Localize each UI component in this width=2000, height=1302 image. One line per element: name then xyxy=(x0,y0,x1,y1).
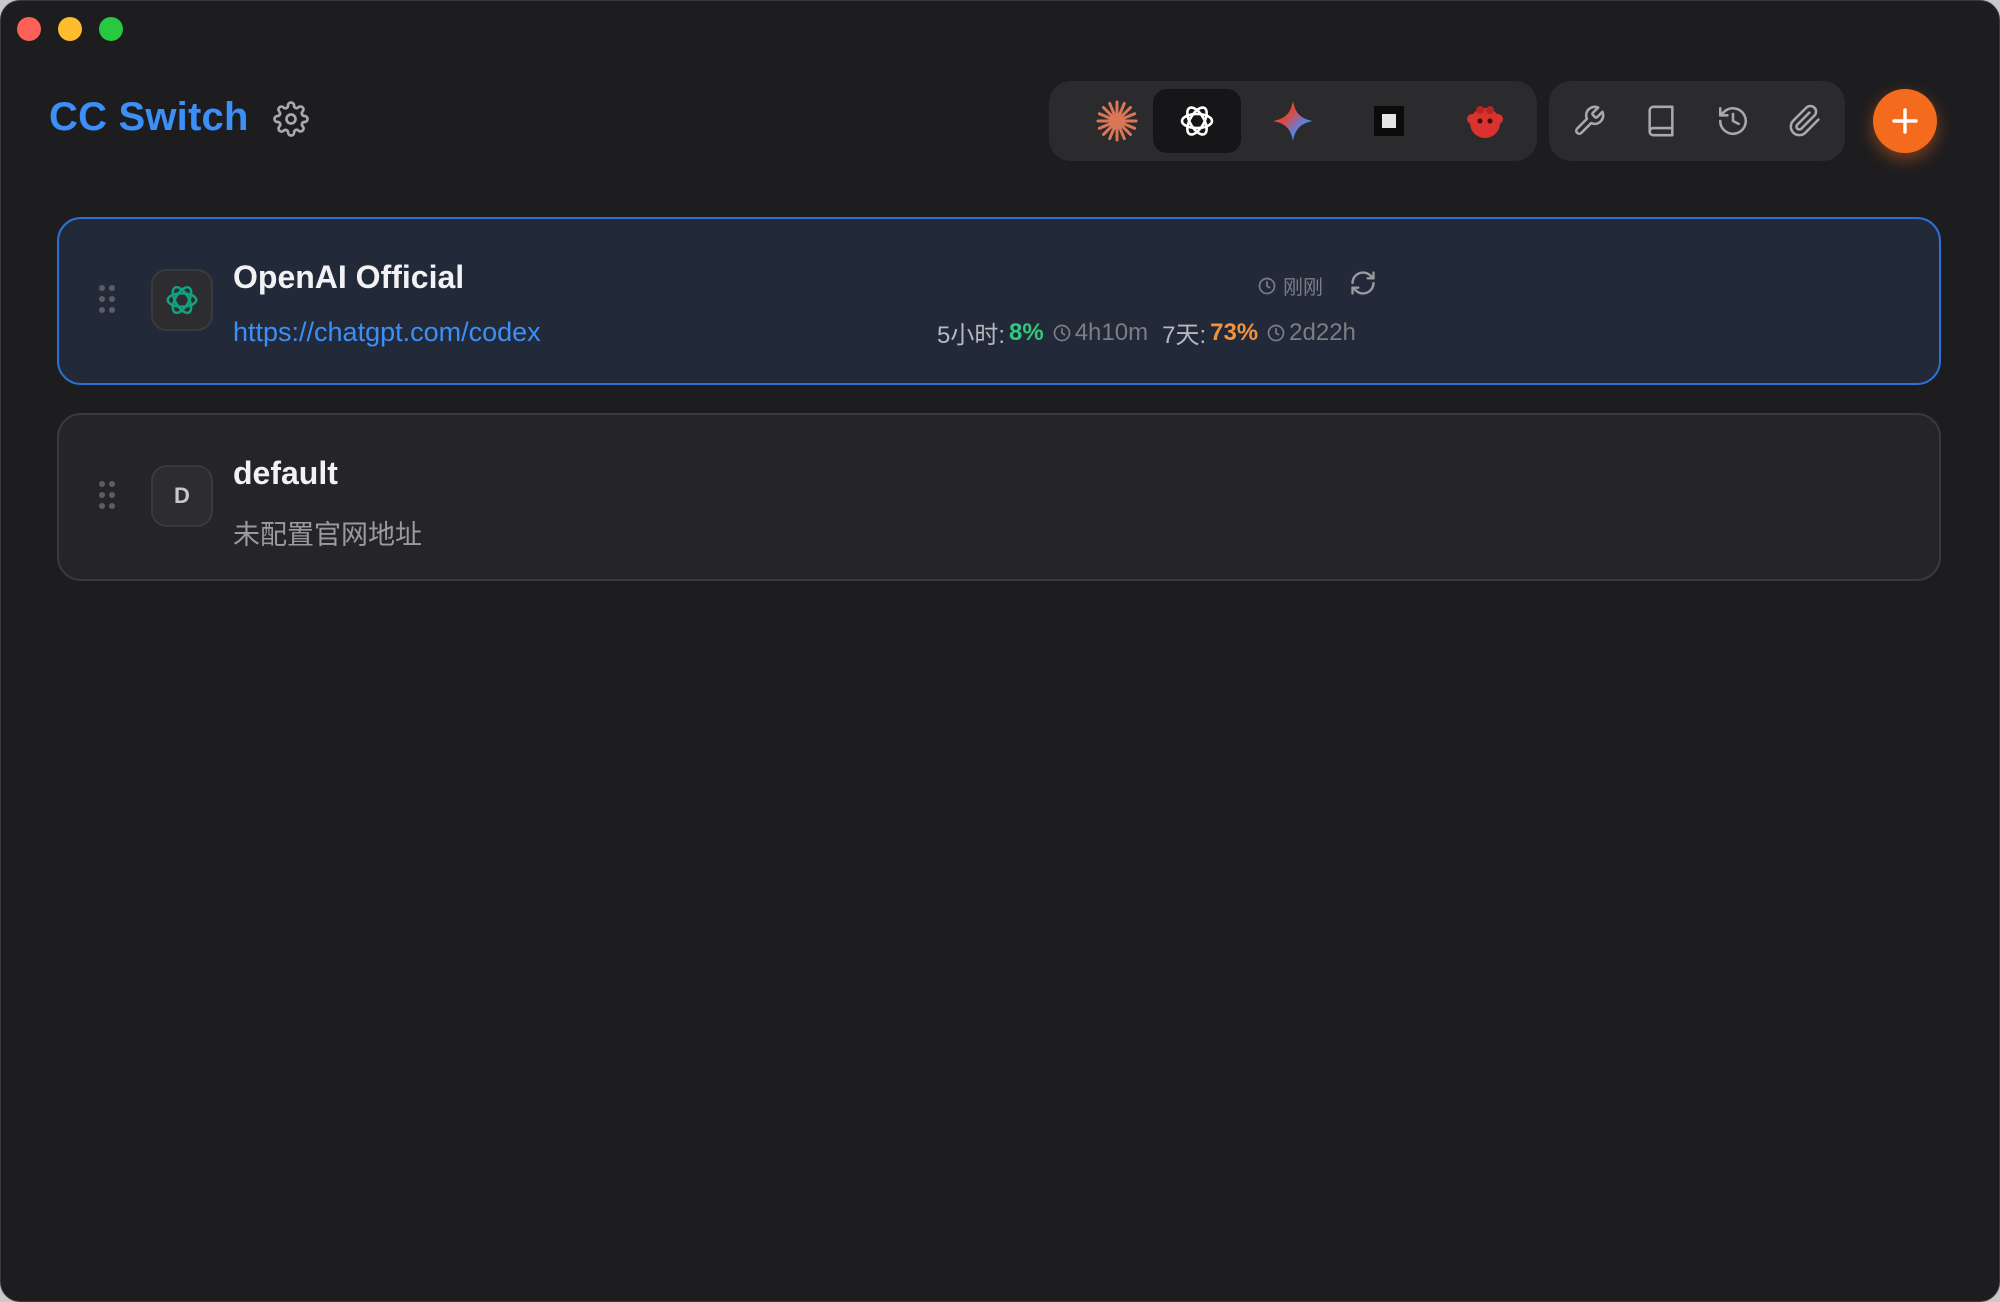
clock-icon xyxy=(1258,277,1276,294)
gemini-sparkle-icon xyxy=(1273,101,1313,141)
app-tab-terminal[interactable] xyxy=(1345,89,1433,153)
tool-bar xyxy=(1549,81,1845,161)
last-refresh: 刚刚 xyxy=(1257,271,1323,300)
gear-icon xyxy=(273,101,309,137)
app-switcher xyxy=(1049,81,1537,161)
provider-card-openai-official[interactable]: OpenAI Official https://chatgpt.com/code… xyxy=(57,217,1941,385)
settings-button[interactable] xyxy=(273,101,309,137)
refresh-usage-button[interactable] xyxy=(1349,269,1377,297)
provider-url-link[interactable]: https://chatgpt.com/codex xyxy=(233,317,541,348)
attachments-button[interactable] xyxy=(1781,97,1829,145)
minimize-window-button[interactable] xyxy=(58,17,82,41)
app-tab-gemini[interactable] xyxy=(1249,89,1337,153)
paperclip-icon xyxy=(1789,104,1820,137)
drag-handle-icon[interactable] xyxy=(99,481,115,509)
provider-name: OpenAI Official xyxy=(233,259,465,295)
provider-avatar: D xyxy=(151,465,213,527)
maximize-window-button[interactable] xyxy=(99,17,123,41)
openai-icon xyxy=(1180,106,1214,136)
window-controls xyxy=(17,17,123,41)
seven-day-percent: 73% xyxy=(1210,318,1259,346)
drag-handle-icon[interactable] xyxy=(99,285,115,313)
last-refresh-text: 刚刚 xyxy=(1283,277,1323,299)
square-block-icon xyxy=(1374,106,1404,136)
close-window-button[interactable] xyxy=(17,17,41,41)
app-tab-codex[interactable] xyxy=(1153,89,1241,153)
app-tab-claude[interactable] xyxy=(1073,89,1161,153)
tools-button[interactable] xyxy=(1565,97,1613,145)
five-hour-percent: 8% xyxy=(1009,318,1044,346)
five-hour-label: 5小时: xyxy=(937,322,1006,349)
provider-card-default[interactable]: D default 未配置官网地址 xyxy=(57,413,1941,581)
wrench-icon xyxy=(1575,105,1605,135)
add-provider-button[interactable] xyxy=(1873,89,1937,153)
history-icon xyxy=(1718,106,1748,136)
app-title: CC Switch xyxy=(49,95,249,139)
docs-button[interactable] xyxy=(1637,97,1685,145)
claude-starburst-icon xyxy=(1096,100,1138,142)
app-window: CC Switch OpenAI Official https://chatgp… xyxy=(0,0,2000,1302)
provider-avatar-letter: D xyxy=(174,483,190,508)
provider-url-missing: 未配置官网地址 xyxy=(233,520,422,550)
red-mascot-icon xyxy=(1467,106,1503,138)
seven-day-reset: 2d22h xyxy=(1266,319,1356,347)
seven-day-reset-text: 2d22h xyxy=(1289,318,1356,346)
provider-name: default xyxy=(233,455,338,491)
seven-day-label: 7天: xyxy=(1162,322,1207,349)
app-tab-mascot[interactable] xyxy=(1441,89,1529,153)
usage-stats: 5小时: 8% 4h10m 7天: 73% 2d22h xyxy=(937,315,1356,350)
book-icon xyxy=(1648,105,1674,137)
provider-avatar xyxy=(151,269,213,331)
clock-icon xyxy=(1267,324,1285,341)
history-button[interactable] xyxy=(1709,97,1757,145)
clock-icon xyxy=(1053,324,1071,341)
refresh-icon xyxy=(1351,271,1375,295)
openai-icon xyxy=(166,285,198,315)
plus-icon xyxy=(1892,108,1918,134)
five-hour-reset: 4h10m xyxy=(1052,319,1148,347)
five-hour-reset-text: 4h10m xyxy=(1074,318,1149,346)
